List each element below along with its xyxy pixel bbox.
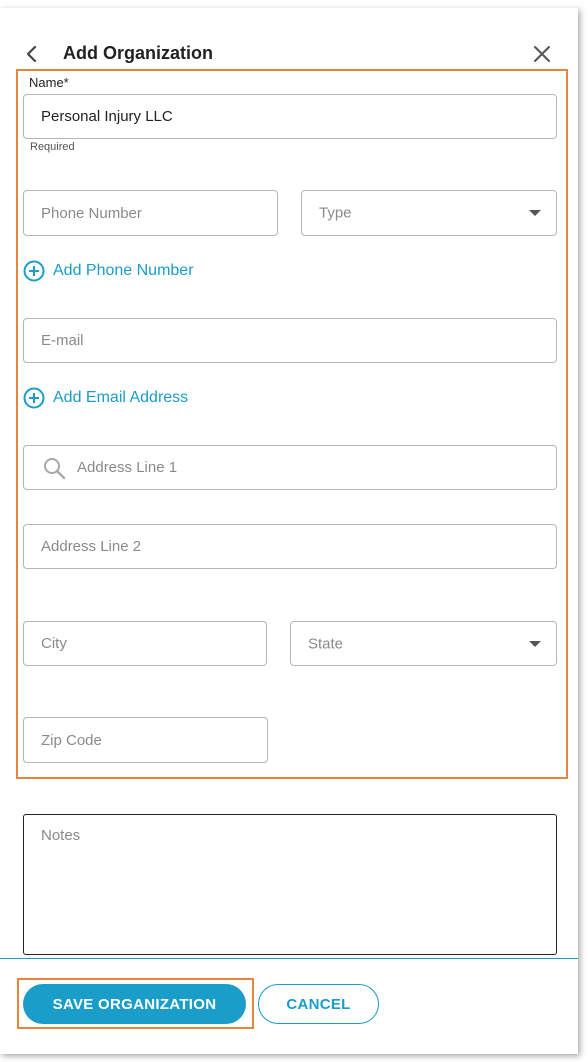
phone-type-placeholder: Type [319, 204, 352, 222]
close-icon [534, 46, 550, 62]
add-phone-number-label: Add Phone Number [53, 262, 194, 279]
state-placeholder: State [308, 635, 344, 652]
phone-type-select[interactable]: Type [301, 190, 557, 236]
caret-down-icon [529, 210, 541, 216]
add-email-address-button[interactable]: Add Email Address [23, 387, 188, 409]
name-helper-text: Required [30, 141, 75, 153]
close-button[interactable] [532, 44, 552, 64]
chevron-left-icon [26, 45, 37, 63]
name-label: Name* [29, 75, 69, 90]
search-icon [44, 458, 66, 480]
caret-down-icon [529, 640, 541, 647]
zip-code-input[interactable] [23, 717, 268, 763]
address-line-1-input[interactable] [23, 445, 557, 490]
address-line-2-input[interactable] [23, 524, 557, 569]
save-organization-button[interactable]: SAVE ORGANIZATION [23, 984, 246, 1024]
name-input[interactable] [23, 94, 557, 139]
add-phone-number-button[interactable]: Add Phone Number [23, 260, 194, 282]
state-select[interactable]: State [290, 621, 557, 666]
notes-textarea[interactable] [23, 814, 557, 955]
footer-divider [0, 958, 578, 959]
back-button[interactable] [22, 44, 42, 64]
add-circle-icon [23, 387, 45, 409]
cancel-button[interactable]: CANCEL [258, 984, 379, 1024]
add-email-address-label: Add Email Address [53, 389, 189, 406]
form-highlight-frame [16, 69, 568, 779]
phone-number-input[interactable] [23, 190, 278, 236]
page-title: Add Organization [63, 43, 213, 63]
email-input[interactable] [23, 318, 557, 363]
add-circle-icon [23, 260, 45, 282]
city-input[interactable] [23, 621, 267, 666]
